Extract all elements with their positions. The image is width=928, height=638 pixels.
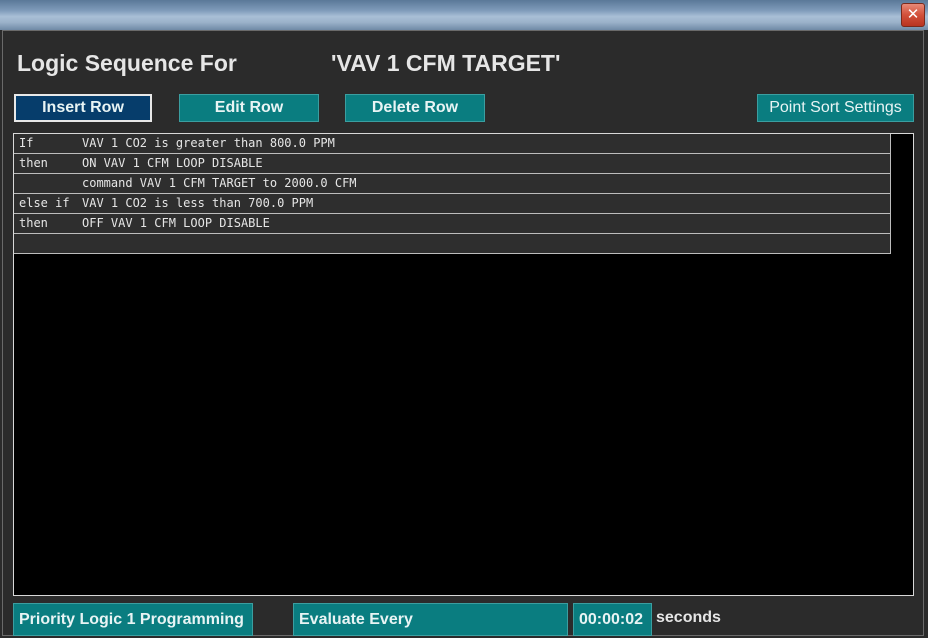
logic-row[interactable]: else if VAV 1 CO2 is less than 700.0 PPM [14, 194, 891, 214]
row-keyword: If [19, 136, 34, 150]
program-name-field: Priority Logic 1 Programming [13, 603, 253, 636]
insert-row-button[interactable]: Insert Row [14, 94, 152, 122]
window-titlebar: ✕ [0, 0, 928, 30]
row-condition: VAV 1 CO2 is less than 700.0 PPM [82, 196, 314, 210]
point-sort-settings-button[interactable]: Point Sort Settings [757, 94, 914, 122]
logic-row[interactable]: then ON VAV 1 CFM LOOP DISABLE [14, 154, 891, 174]
row-keyword: then [19, 216, 48, 230]
evaluate-interval-field[interactable]: 00:00:02 [573, 603, 652, 636]
row-keyword: else if [19, 196, 70, 210]
row-action: command VAV 1 CFM TARGET to 2000.0 CFM [82, 176, 357, 190]
edit-row-button[interactable]: Edit Row [179, 94, 319, 122]
logic-row[interactable]: then OFF VAV 1 CFM LOOP DISABLE [14, 214, 891, 234]
page-title: Logic Sequence For [17, 50, 237, 76]
evaluate-every-label: Evaluate Every [293, 603, 568, 636]
row-action: OFF VAV 1 CFM LOOP DISABLE [82, 216, 270, 230]
logic-row-empty[interactable] [14, 234, 891, 254]
delete-row-button[interactable]: Delete Row [345, 94, 485, 122]
row-condition: VAV 1 CO2 is greater than 800.0 PPM [82, 136, 335, 150]
logic-row[interactable]: If VAV 1 CO2 is greater than 800.0 PPM [14, 134, 891, 154]
point-name-title: 'VAV 1 CFM TARGET' [331, 50, 561, 76]
row-keyword: then [19, 156, 48, 170]
logic-row[interactable]: command VAV 1 CFM TARGET to 2000.0 CFM [14, 174, 891, 194]
interval-unit-label: seconds [656, 609, 721, 626]
logic-sequence-grid: If VAV 1 CO2 is greater than 800.0 PPM t… [13, 133, 914, 596]
logic-rows: If VAV 1 CO2 is greater than 800.0 PPM t… [14, 134, 891, 254]
row-action: ON VAV 1 CFM LOOP DISABLE [82, 156, 263, 170]
close-icon[interactable]: ✕ [901, 3, 925, 27]
